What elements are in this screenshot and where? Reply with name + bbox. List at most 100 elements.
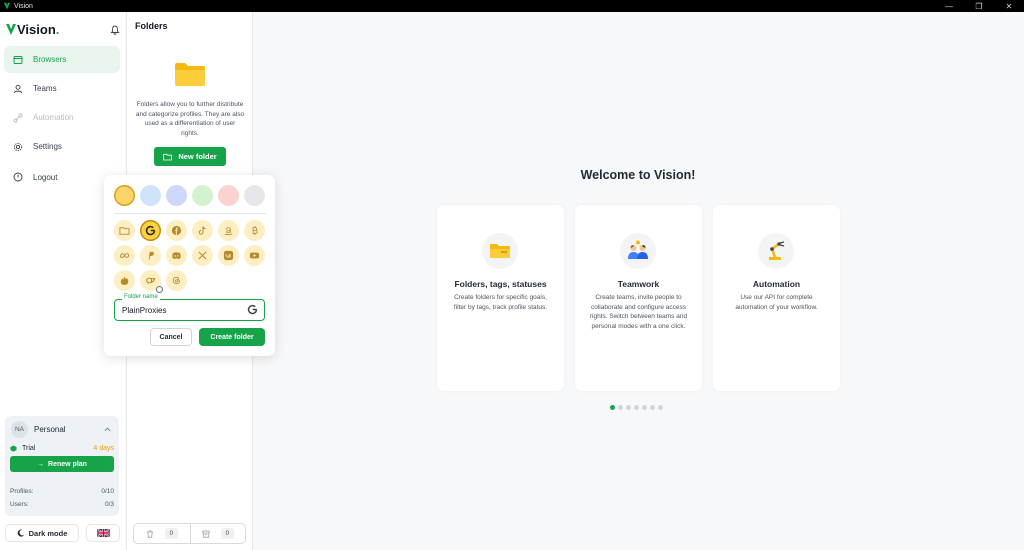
color-swatch-blue[interactable] — [140, 185, 161, 206]
sidebar-item-label: Teams — [33, 84, 57, 93]
logout-label: Logout — [33, 172, 58, 182]
folder-icon — [175, 63, 205, 86]
brand-dot: . — [55, 22, 60, 37]
tiktok-icon[interactable] — [192, 220, 213, 241]
feature-card-automation: Automation Use our API for complete auto… — [713, 205, 840, 391]
cancel-button[interactable]: Cancel — [150, 328, 192, 346]
logout-button[interactable]: Logout — [13, 172, 57, 182]
card-text: Use our API for complete automation of y… — [735, 294, 818, 311]
archive-icon — [202, 530, 210, 538]
minimize-button[interactable]: — — [934, 0, 964, 12]
robot-arm-icon — [769, 241, 785, 260]
carousel-dot[interactable] — [610, 405, 615, 410]
bitcoin-icon[interactable] — [244, 220, 265, 241]
archive-button[interactable]: 0 — [189, 523, 246, 544]
folders-description: Folders allow you to further distribute … — [135, 101, 245, 137]
sidebar-item-automation[interactable]: Automation — [4, 104, 120, 131]
facebook-icon[interactable] — [166, 220, 187, 241]
browser-icon — [13, 55, 23, 64]
renew-plan-button[interactable]: → Renew plan — [10, 456, 114, 472]
folders-footer: 0 0 — [133, 523, 246, 544]
color-swatch-green[interactable] — [192, 185, 213, 206]
card-title: Automation — [752, 279, 801, 289]
card-icon-wrap — [758, 233, 794, 269]
create-folder-button[interactable]: Create folder — [199, 328, 265, 346]
sidebar-item-settings[interactable]: Settings — [4, 133, 120, 160]
color-swatch-red[interactable] — [218, 185, 239, 206]
trial-label: Trial — [22, 445, 36, 452]
welcome-title: Welcome to Vision! — [580, 168, 696, 182]
vision-logo-icon — [3, 2, 11, 10]
color-swatch-indigo[interactable] — [166, 185, 187, 206]
uk-flag-icon — [96, 529, 110, 537]
profiles-value: 0/10 — [101, 488, 114, 495]
card-text: Create folders for specific goals, filte… — [453, 294, 548, 311]
color-swatch-gray[interactable] — [244, 185, 265, 206]
folders-illustration-icon — [490, 244, 510, 258]
bell-icon[interactable] — [110, 25, 120, 35]
folders-title: Folders — [135, 21, 168, 31]
card-icon-wrap — [620, 233, 656, 269]
window-titlebar: Vision — ❐ ✕ — [0, 0, 1024, 12]
discord-icon[interactable] — [166, 245, 187, 266]
folder-icon[interactable] — [114, 220, 135, 241]
vision-logo-icon — [6, 24, 16, 35]
divider — [114, 213, 266, 214]
arrow-right-icon: → — [37, 460, 45, 468]
folder-outline-icon — [163, 153, 173, 160]
carousel-dot[interactable] — [618, 405, 623, 410]
carousel-dot[interactable] — [658, 405, 663, 410]
plan-header[interactable]: NA Personal — [5, 418, 119, 440]
sidebar-item-teams[interactable]: Teams — [4, 75, 120, 102]
automation-icon — [13, 113, 23, 122]
sidebar-nav: Browsers Teams Automation Settings — [4, 46, 120, 162]
chevron-up-icon — [104, 427, 111, 431]
dark-mode-button[interactable]: Dark mode — [5, 524, 79, 542]
maximize-button[interactable]: ❐ — [964, 0, 994, 12]
gear-icon — [13, 142, 23, 151]
team-illustration-icon — [628, 240, 648, 259]
new-folder-button[interactable]: New folder — [154, 147, 226, 166]
google-icon[interactable] — [140, 220, 161, 241]
cursor-badge — [156, 286, 163, 293]
tinder-icon[interactable] — [114, 270, 135, 291]
language-button[interactable] — [86, 524, 120, 542]
users-value: 0/3 — [104, 501, 114, 508]
archive-count: 0 — [220, 528, 234, 539]
power-icon — [13, 172, 23, 182]
trash-button[interactable]: 0 — [134, 523, 190, 544]
card-title: Teamwork — [617, 279, 660, 289]
icon-picker — [114, 220, 274, 295]
color-swatch-yellow[interactable] — [114, 185, 135, 206]
user-icon — [14, 84, 22, 93]
x-icon[interactable] — [192, 245, 213, 266]
feature-card-teamwork: Teamwork Create teams, invite people to … — [575, 205, 702, 391]
card-text: Create teams, invite people to collabora… — [589, 294, 688, 330]
youtube-icon[interactable] — [244, 245, 265, 266]
close-button[interactable]: ✕ — [994, 0, 1024, 12]
onlyfans-icon[interactable] — [140, 270, 163, 293]
carousel-dot[interactable] — [634, 405, 639, 410]
cube-icon — [10, 445, 17, 452]
vk-icon[interactable] — [218, 245, 239, 266]
sidebar-item-browsers[interactable]: Browsers — [4, 46, 120, 73]
paypal-icon[interactable] — [140, 245, 161, 266]
card-title: Folders, tags, statuses — [454, 279, 547, 289]
sidebar-item-label: Settings — [33, 142, 62, 151]
window-title: Vision — [14, 2, 33, 10]
threads-icon[interactable] — [166, 270, 187, 291]
users-label: Users: — [10, 501, 29, 508]
carousel-dot[interactable] — [642, 405, 647, 410]
profiles-label: Profiles: — [10, 488, 34, 495]
trial-days: 4 days — [93, 445, 114, 452]
carousel-dot[interactable] — [626, 405, 631, 410]
meta-icon[interactable] — [114, 245, 135, 266]
carousel-dots — [610, 405, 666, 410]
plan-name: Personal — [34, 424, 66, 434]
folder-name-input[interactable] — [122, 304, 237, 316]
trash-icon — [146, 530, 153, 538]
carousel-dot[interactable] — [650, 405, 655, 410]
card-icon-wrap — [482, 233, 518, 269]
folder-name-label: Folder name — [122, 294, 160, 300]
amazon-icon[interactable] — [218, 220, 239, 241]
